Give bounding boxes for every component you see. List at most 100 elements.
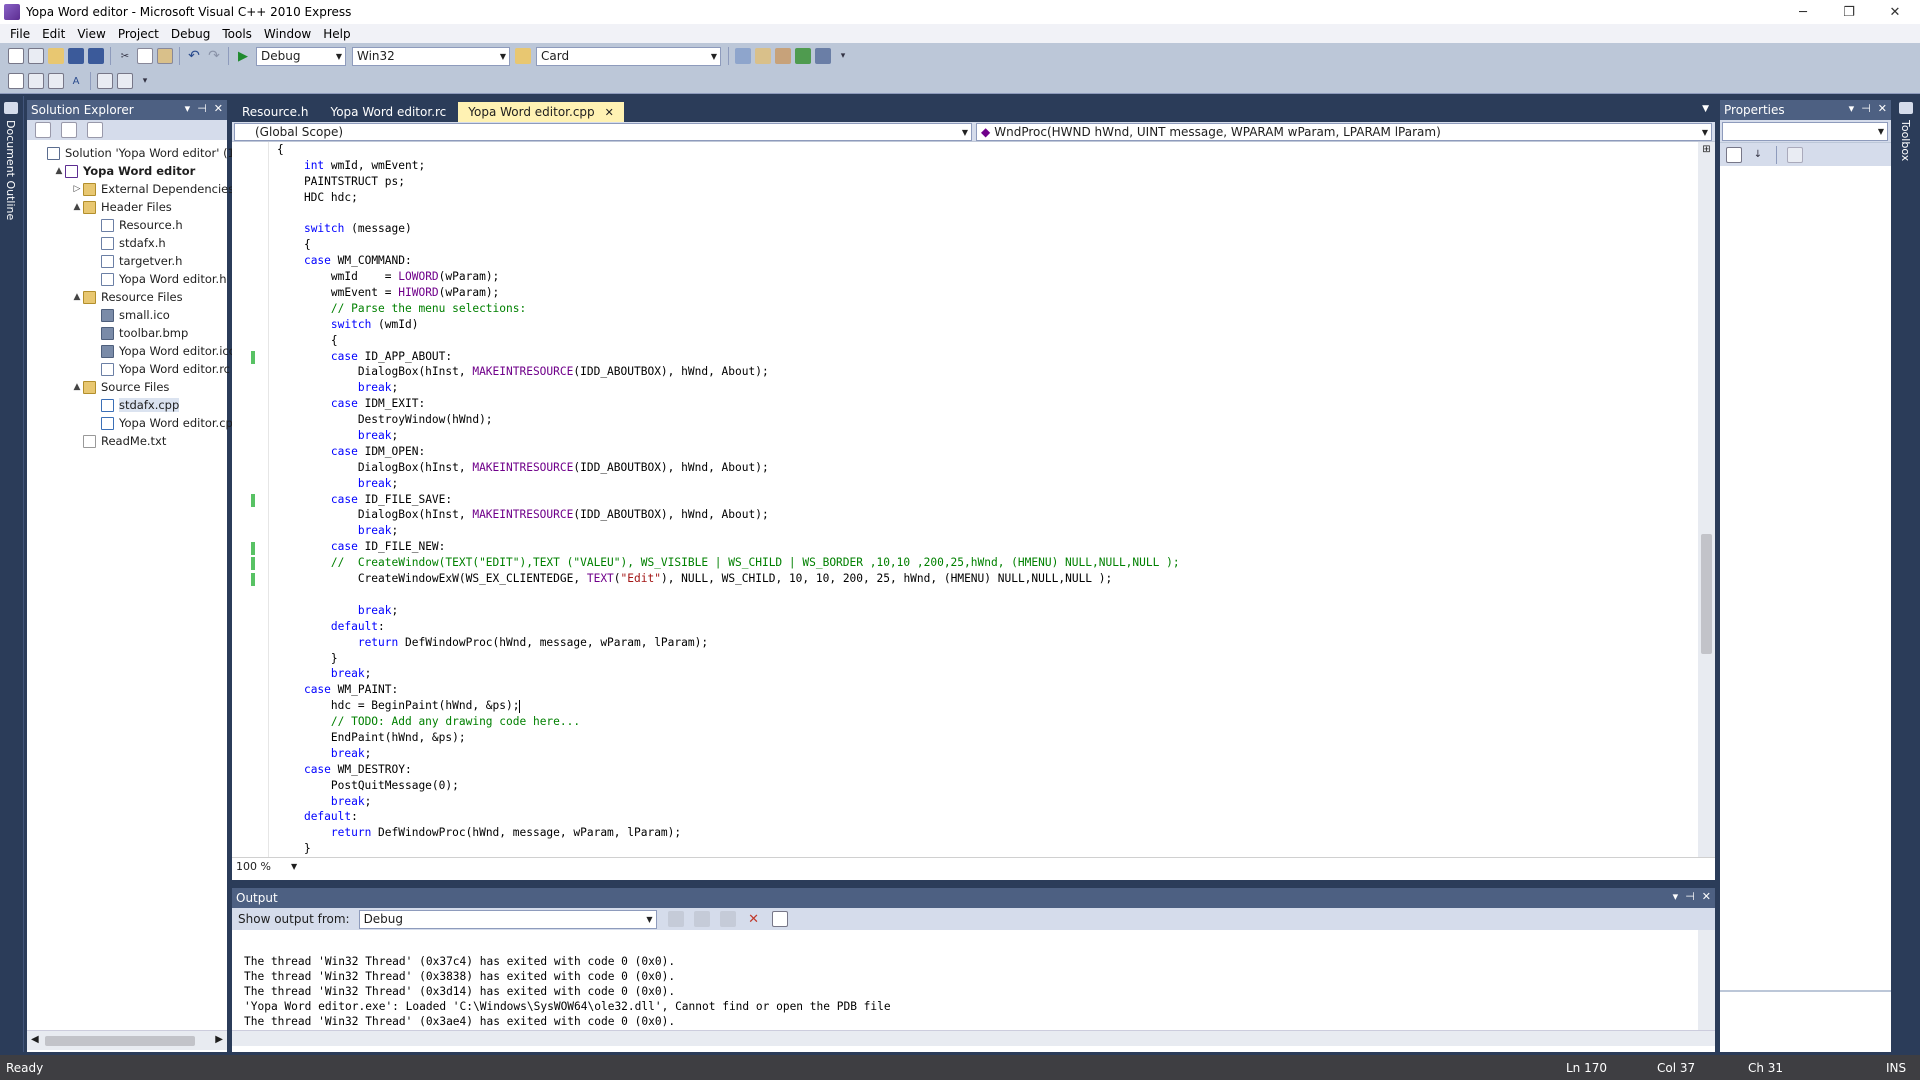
save-icon[interactable] <box>68 48 84 64</box>
menu-view[interactable]: View <box>71 27 111 41</box>
properties-object-combo[interactable]: ▼ <box>1722 122 1888 141</box>
document-outline-tab[interactable]: Document Outline <box>4 120 17 220</box>
expand-toggle-icon[interactable]: ▷ <box>71 184 83 194</box>
scope-combo[interactable]: (Global Scope) ▼ <box>234 123 972 141</box>
close-tab-icon[interactable]: ✕ <box>605 106 614 119</box>
undo-icon[interactable]: ↶ <box>186 48 202 64</box>
expand-toggle-icon[interactable]: ▲ <box>71 202 83 212</box>
cut-icon[interactable]: ✂ <box>117 48 133 64</box>
start-debugging-icon[interactable]: ▶ <box>235 48 251 64</box>
tree-item[interactable]: ▷ External Dependencies <box>71 180 235 198</box>
start-page-icon[interactable] <box>795 48 811 64</box>
output-source-combo[interactable]: Debug ▼ <box>358 909 657 929</box>
tab-yopa-word-editor-rc[interactable]: Yopa Word editor.rc <box>320 102 456 122</box>
tree-item[interactable]: Yopa Word editor.h <box>89 270 226 288</box>
properties-icon[interactable] <box>35 122 51 138</box>
pane-menu-icon[interactable]: ▾ <box>185 102 191 115</box>
tree-item[interactable]: Resource.h <box>89 216 183 234</box>
tree-item[interactable]: ▲ Resource Files <box>71 288 183 306</box>
tab-overflow-icon[interactable]: ▼ <box>1702 104 1709 114</box>
close-window-button[interactable]: ✕ <box>1872 0 1918 24</box>
copy-icon[interactable] <box>137 48 153 64</box>
parameter-info-icon[interactable] <box>28 73 44 89</box>
tab-yopa-word-editor-cpp[interactable]: Yopa Word editor.cpp ✕ <box>458 102 624 122</box>
scroll-thumb[interactable] <box>45 1036 195 1046</box>
open-file-icon[interactable] <box>48 48 64 64</box>
pin-icon[interactable]: ⊣ <box>197 102 207 115</box>
word-wrap-icon[interactable] <box>771 911 788 927</box>
function-combo[interactable]: ◆ WndProc(HWND hWnd, UINT message, WPARAM… <box>976 123 1712 141</box>
menu-project[interactable]: Project <box>112 27 165 41</box>
scroll-right-icon[interactable]: ▶ <box>215 1034 223 1045</box>
solution-config-combo[interactable]: Debug ▼ <box>256 46 346 66</box>
menu-help[interactable]: Help <box>317 27 356 41</box>
tree-item[interactable]: Yopa Word editor.rc <box>89 360 230 378</box>
editor-vscrollbar[interactable]: ⊞ <box>1698 142 1715 857</box>
document-outline-strip[interactable]: Document Outline <box>0 96 24 1052</box>
close-icon[interactable]: ✕ <box>1878 102 1887 115</box>
find-message-icon[interactable] <box>667 911 684 927</box>
tree-item[interactable]: small.ico <box>89 306 170 324</box>
tree-item[interactable]: ▲ Header Files <box>71 198 172 216</box>
toolbox-strip[interactable]: Toolbox <box>1895 96 1920 1052</box>
zoom-level[interactable]: 100 % <box>236 860 271 873</box>
toolbar-options-icon[interactable]: ▾ <box>137 73 153 89</box>
save-all-icon[interactable] <box>88 48 104 64</box>
menu-tools[interactable]: Tools <box>216 27 258 41</box>
scroll-left-icon[interactable]: ◀ <box>31 1034 39 1045</box>
split-handle-icon[interactable]: ⊞ <box>1700 144 1713 156</box>
menu-debug[interactable]: Debug <box>165 27 216 41</box>
new-project-icon[interactable] <box>8 48 24 64</box>
properties-window-icon[interactable] <box>755 48 771 64</box>
tree-item[interactable]: stdafx.h <box>89 234 166 252</box>
toolbar-options-icon[interactable]: ▾ <box>835 48 851 64</box>
solution-explorer-hscrollbar[interactable]: ◀ ▶ <box>27 1030 227 1050</box>
previous-message-icon[interactable] <box>693 911 710 927</box>
output-vscrollbar[interactable] <box>1698 930 1715 1030</box>
find-in-files-icon[interactable] <box>515 48 531 64</box>
expand-toggle-icon[interactable]: ▲ <box>53 166 65 176</box>
tree-item[interactable]: ▲ Yopa Word editor <box>53 162 196 180</box>
menu-file[interactable]: File <box>4 27 36 41</box>
expand-toggle-icon[interactable]: ▲ <box>71 292 83 302</box>
increase-indent-icon[interactable] <box>117 73 133 89</box>
decrease-indent-icon[interactable] <box>97 73 113 89</box>
output-hscrollbar[interactable] <box>232 1030 1715 1046</box>
tree-item[interactable]: targetver.h <box>89 252 182 270</box>
pane-menu-icon[interactable]: ▾ <box>1849 102 1855 115</box>
tree-item[interactable]: Solution 'Yopa Word editor' (1 p <box>35 144 246 162</box>
tree-item[interactable]: ▲ Source Files <box>71 378 170 396</box>
alphabetical-icon[interactable]: ↓ <box>1750 147 1766 163</box>
platform-combo[interactable]: Win32 ▼ <box>352 46 510 66</box>
maximize-button[interactable]: ❐ <box>1826 0 1872 24</box>
property-pages-icon[interactable] <box>1787 146 1803 163</box>
quick-info-icon[interactable] <box>48 73 64 89</box>
tree-item[interactable]: toolbar.bmp <box>89 324 188 342</box>
clear-all-icon[interactable]: ✕ <box>746 911 762 927</box>
categorized-icon[interactable] <box>1726 146 1742 163</box>
add-item-icon[interactable] <box>28 48 44 64</box>
minimize-button[interactable]: ─ <box>1780 0 1826 24</box>
tree-item[interactable]: Yopa Word editor.icc <box>89 342 235 360</box>
toolbox-tab[interactable]: Toolbox <box>1899 120 1912 161</box>
tab-resource-h[interactable]: Resource.h <box>232 102 318 122</box>
code-text[interactable]: { int wmId, wmEvent; PAINTSTRUCT ps; HDC… <box>268 142 1668 857</box>
pane-menu-icon[interactable]: ▾ <box>1673 890 1679 903</box>
close-icon[interactable]: ✕ <box>1702 890 1711 903</box>
menu-window[interactable]: Window <box>258 27 317 41</box>
display-object-member-list-icon[interactable] <box>8 73 24 89</box>
extension-manager-icon[interactable] <box>815 48 831 64</box>
word-completion-icon[interactable]: A <box>68 73 84 89</box>
scroll-thumb[interactable] <box>1701 534 1712 654</box>
tree-item[interactable]: ReadMe.txt <box>71 432 166 450</box>
tree-item[interactable]: stdafx.cpp <box>89 396 180 414</box>
refresh-icon[interactable] <box>87 122 103 138</box>
next-message-icon[interactable] <box>719 911 736 927</box>
redo-icon[interactable]: ↷ <box>206 48 222 64</box>
pin-icon[interactable]: ⊣ <box>1685 890 1695 903</box>
tree-item[interactable]: Yopa Word editor.cp <box>89 414 233 432</box>
find-combo[interactable]: Card ▼ <box>536 46 721 66</box>
expand-toggle-icon[interactable]: ▲ <box>71 382 83 392</box>
code-area[interactable]: { int wmId, wmEvent; PAINTSTRUCT ps; HDC… <box>232 142 1715 857</box>
pin-icon[interactable]: ⊣ <box>1861 102 1871 115</box>
